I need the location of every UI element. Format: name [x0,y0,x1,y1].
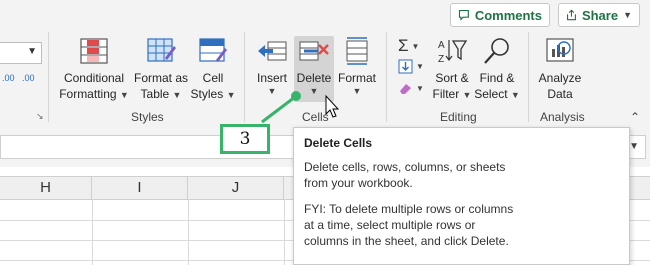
delete-label: Delete [296,71,332,85]
fill-button[interactable]: ▼ [398,59,424,74]
grid-line [188,200,189,265]
format-cells-icon [346,37,368,65]
collapse-ribbon-icon[interactable]: ⌃ [630,110,640,124]
sort-filter-line2: Filter [432,87,460,101]
expand-formula-bar-icon[interactable]: ▼ [629,141,639,152]
sort-filter-line1: Sort & [435,71,469,85]
format-as-table-line1: Format as [133,71,188,85]
analyze-data-icon [546,38,574,62]
share-label: Share [581,7,619,23]
svg-text:A: A [438,40,445,51]
increase-decimal-button[interactable]: .00 [2,72,15,84]
tooltip-description: Delete cells, rows, columns, or sheets f… [304,160,506,190]
analyze-data-line2: Data [547,87,573,101]
chevron-down-icon: ▼ [352,86,362,96]
column-header-i[interactable]: I [92,177,188,199]
chevron-down-icon: ▼ [411,41,420,51]
eraser-icon [400,84,411,94]
fill-down-icon [398,59,413,74]
column-header-j[interactable]: J [188,177,284,199]
chevron-down-icon: ▼ [623,10,632,20]
cell-styles-line1: Cell [202,71,224,85]
chevron-down-icon: ▼ [462,90,472,100]
autosum-button[interactable]: Σ ▼ [398,36,419,56]
chevron-down-icon: ▼ [309,86,319,96]
conditional-formatting-icon [80,38,108,64]
chevron-down-icon: ▼ [267,86,277,96]
conditional-formatting-line2: Formatting [59,87,117,101]
analyze-data-button[interactable]: Analyze Data [536,36,584,102]
editing-group-label: Editing [440,110,477,124]
grid-line [284,200,285,265]
format-as-table-line2: Table [140,87,170,101]
decrease-decimal-button[interactable]: .00 [22,72,35,84]
dialog-launcher-icon[interactable]: ↘ [36,111,44,122]
chevron-down-icon: ▼ [510,90,520,100]
insert-cells-icon [258,41,287,61]
divider [244,32,245,122]
cell-styles-button[interactable]: Cell Styles ▼ [191,36,235,103]
clear-button[interactable]: ▼ [398,82,424,95]
svg-text:Z: Z [438,54,444,65]
format-button[interactable]: Format ▼ [337,36,377,96]
comments-label: Comments [474,7,542,23]
divider [48,32,49,122]
chevron-down-icon: ▼ [27,46,37,57]
tooltip-title: Delete Cells [304,136,373,150]
delete-cells-tooltip: Delete Cells Delete cells, rows, columns… [293,127,630,265]
conditional-formatting-button[interactable]: Conditional Formatting ▼ [59,36,129,103]
format-as-table-button[interactable]: Format as Table ▼ [133,36,189,103]
tooltip-fyi: FYI: To delete multiple rows or columns … [304,202,514,248]
cell-styles-line2: Styles [190,87,224,101]
divider [528,32,529,122]
decrease-decimal-label: .00 [22,73,35,83]
insert-button[interactable]: Insert ▼ [254,36,290,96]
sigma-icon: Σ [398,36,409,55]
chevron-down-icon: ▼ [416,62,424,71]
chevron-down-icon: ▼ [226,90,236,100]
sort-filter-button[interactable]: A Z Sort & Filter ▼ [430,36,474,103]
column-header-h[interactable]: H [0,177,92,199]
styles-group-label: Styles [131,110,164,124]
format-as-table-icon [147,38,176,62]
delete-cells-icon [299,41,329,61]
share-icon [567,9,576,21]
chevron-down-icon: ▼ [172,90,182,100]
chevron-down-icon: ▼ [119,90,129,100]
analyze-data-line1: Analyze [538,71,582,85]
comment-icon [458,10,469,21]
search-icon [484,38,509,64]
sort-filter-icon: A Z [438,40,468,65]
insert-label: Insert [256,71,287,85]
cell-styles-icon [199,38,227,62]
format-label: Format [337,71,376,85]
analysis-group-label: Analysis [540,110,585,124]
comments-button[interactable]: Comments [450,3,550,27]
delete-button[interactable]: Delete ▼ [295,36,333,96]
find-select-line2: Select [474,87,508,101]
conditional-formatting-line1: Conditional [63,71,125,85]
step-callout: 3 [220,124,270,154]
find-select-line1: Find & [479,71,515,85]
divider [386,32,387,122]
ribbon: Comments Share ▼ ▼ .00 .00 ↘ Conditional [0,0,650,127]
number-format-dropdown[interactable]: ▼ [0,42,42,64]
grid-line [92,200,93,265]
chevron-down-icon: ▼ [416,84,424,93]
increase-decimal-label: .00 [2,73,15,83]
find-select-button[interactable]: Find & Select ▼ [474,36,520,103]
share-button[interactable]: Share ▼ [558,3,640,27]
cells-group-label: Cells [302,110,329,124]
